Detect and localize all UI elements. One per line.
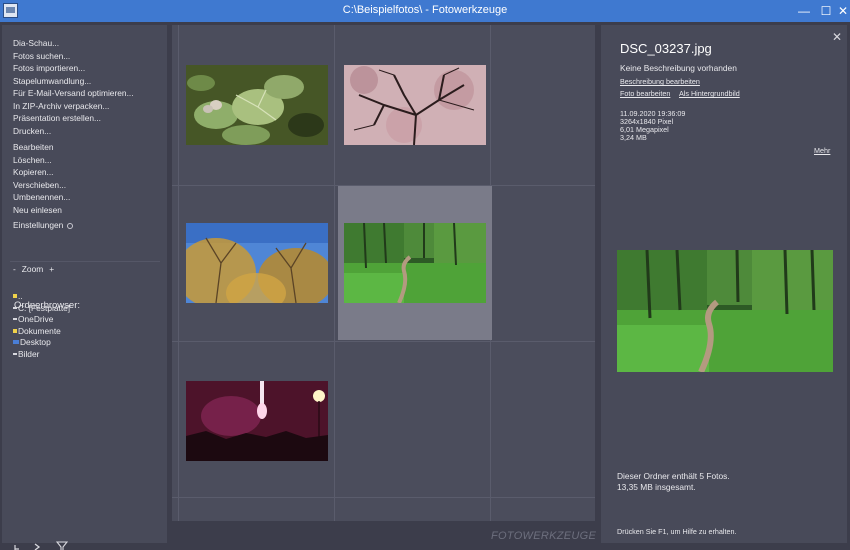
edit-photo-link[interactable]: Foto bearbeiten	[620, 89, 670, 98]
folder-item-label: Desktop	[20, 337, 51, 347]
folder-item-pictures[interactable]: Bilder	[13, 349, 39, 359]
zoom-control: - Zoom +	[13, 264, 54, 274]
menu-item-import-photos[interactable]: Fotos importieren...	[13, 63, 85, 73]
pictures-icon	[13, 352, 17, 355]
folder-item-onedrive[interactable]: OneDrive	[13, 314, 53, 324]
close-details-button[interactable]: ✕	[832, 30, 842, 44]
menu-item-reload[interactable]: Neu einlesen	[13, 205, 62, 215]
grid-line	[334, 25, 335, 521]
drive-icon	[13, 306, 17, 309]
grid-line	[172, 341, 595, 342]
menu-item-rename[interactable]: Umbenennen...	[13, 192, 70, 202]
folder-item-label: ..	[18, 291, 23, 301]
thumbnail-fireworks[interactable]	[186, 381, 328, 461]
cloud-icon	[13, 318, 17, 320]
folder-item-desktop[interactable]: Desktop	[13, 337, 51, 347]
menu-item-presentation[interactable]: Präsentation erstellen...	[13, 113, 101, 123]
menu-item-copy[interactable]: Kopieren...	[13, 167, 54, 177]
close-window-button[interactable]: ✕	[836, 0, 850, 22]
desktop-icon	[13, 340, 19, 344]
thumbnail-grid	[172, 25, 595, 521]
thumbnail-autumn-trees[interactable]	[186, 223, 328, 303]
menu-item-move[interactable]: Verschieben...	[13, 180, 66, 190]
menu-item-delete[interactable]: Löschen...	[13, 155, 52, 165]
menu-item-batch-convert[interactable]: Stapelumwandlung...	[13, 76, 91, 86]
folder-item-documents[interactable]: Dokumente	[13, 326, 61, 336]
set-background-link[interactable]: Als Hintergrundbild	[679, 89, 740, 98]
folder-photo-count: Dieser Ordner enthält 5 Fotos.	[617, 471, 730, 481]
more-link[interactable]: Mehr	[814, 146, 830, 155]
zoom-label: Zoom	[21, 264, 44, 274]
folder-item-label: Bilder	[18, 348, 40, 359]
menu-item-print[interactable]: Drucken...	[13, 126, 51, 136]
folder-item-up[interactable]: ..	[13, 291, 23, 301]
details-panel: ✕ DSC_03237.jpg Keine Beschreibung vorha…	[601, 25, 847, 543]
settings-item[interactable]: Einstellungen	[13, 220, 74, 230]
folder-total-size: 13,35 MB insgesamt.	[617, 482, 696, 492]
edit-description-link[interactable]: Beschreibung bearbeiten	[620, 77, 700, 86]
window-title: C:\Beispielfotos\ - Fotowerkzeuge	[342, 4, 508, 16]
photo-file-size: 3,24 MB	[620, 133, 647, 142]
maximize-button[interactable]: ☐	[814, 0, 838, 22]
folder-icon	[13, 328, 17, 333]
folder-item-drive-c[interactable]: C: [Festplatte]	[13, 303, 70, 313]
menu-item-email-optimize[interactable]: Für E-Mail-Versand optimieren...	[13, 88, 134, 98]
help-hint: Drücken Sie F1, um Hilfe zu erhalten.	[617, 527, 737, 536]
grid-line	[178, 25, 179, 521]
thumbnail-blossom-tree[interactable]	[344, 65, 486, 145]
grid-line	[172, 497, 595, 498]
file-name: DSC_03237.jpg	[620, 41, 712, 56]
menu-item-search-photos[interactable]: Fotos suchen...	[13, 51, 70, 61]
zoom-out-button[interactable]: -	[13, 264, 16, 274]
menu-item-zip-archive[interactable]: In ZIP-Archiv verpacken...	[13, 101, 109, 111]
thumbnail-plant-leaves[interactable]	[186, 65, 328, 145]
sidebar: Dia-Schau... Fotos suchen... Fotos impor…	[2, 25, 167, 550]
brand-watermark: FOTOWERKZEUGE	[491, 530, 597, 542]
title-bar: C:\Beispielfotos\ - Fotowerkzeuge — ☐ ✕	[0, 0, 850, 22]
minimize-button[interactable]: —	[792, 0, 816, 22]
console-icon[interactable]	[34, 541, 50, 550]
thumbnail-forest-path[interactable]	[344, 223, 486, 303]
folder-item-label: Dokumente	[18, 325, 61, 336]
description-text: Keine Beschreibung vorhanden	[620, 63, 737, 73]
divider	[10, 261, 160, 262]
folder-item-label: OneDrive	[18, 314, 54, 324]
filter-icon[interactable]	[55, 541, 69, 550]
settings-label: Einstellungen	[13, 220, 64, 230]
settings-circle-icon	[67, 222, 74, 229]
photo-preview	[617, 250, 833, 372]
menu-item-slideshow[interactable]: Dia-Schau...	[13, 38, 59, 48]
tree-icon[interactable]: E	[13, 544, 26, 550]
zoom-in-button[interactable]: +	[49, 264, 54, 274]
menu-item-edit[interactable]: Bearbeiten	[13, 142, 54, 152]
folder-up-icon	[13, 294, 17, 298]
folder-item-label: C: [Festplatte]	[18, 302, 71, 313]
